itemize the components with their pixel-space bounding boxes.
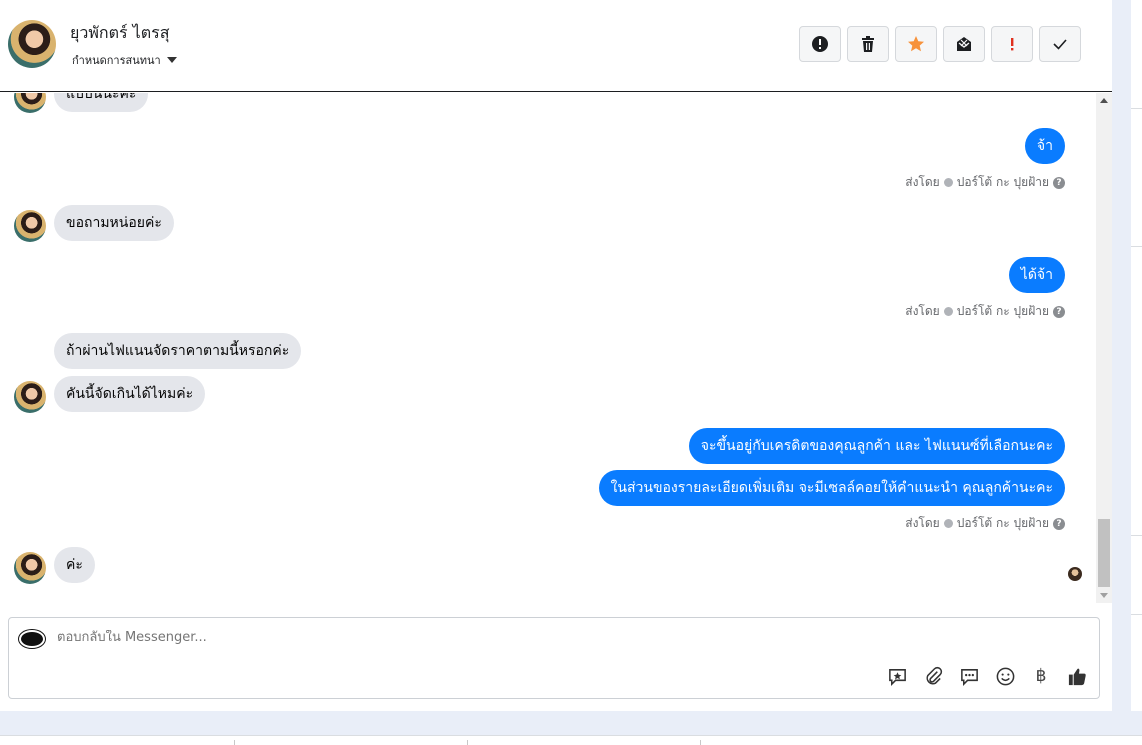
emoji-icon[interactable] [993, 664, 1017, 688]
incoming-message[interactable]: แบบนี้นะคะ [54, 93, 149, 112]
contact-name[interactable]: ยุวพักตร์ ไตรสุ [70, 21, 169, 46]
page-logo [19, 630, 45, 648]
divider [467, 740, 468, 745]
scrollbar-thumb[interactable] [1098, 519, 1110, 587]
divider [700, 740, 701, 745]
incoming-message[interactable]: ถ้าผ่านไฟแนนจัดราคาตามนี้หรอกค่ะ [54, 333, 302, 369]
sent-by-agent: ปอร์โต้ กะ ปุยฝ้าย [956, 175, 1049, 189]
reply-input[interactable] [57, 630, 757, 645]
exclamation-circle-icon [812, 36, 828, 52]
right-sidebar-edge [1131, 0, 1142, 711]
incoming-message[interactable]: คันนี้จัดเกินได้ไหมค่ะ [54, 376, 206, 412]
mark-unread-button[interactable] [943, 26, 985, 62]
agent-avatar-icon [943, 178, 953, 187]
reply-composer: ฿ [8, 617, 1100, 699]
help-icon[interactable]: ? [1053, 517, 1065, 530]
sent-by-agent: ปอร์โต้ กะ ปุยฝ้าย [956, 304, 1049, 318]
incoming-message[interactable]: ขอถามหน่อยค่ะ [54, 205, 174, 241]
incoming-message[interactable]: ค่ะ [54, 547, 95, 583]
like-icon[interactable] [1065, 664, 1089, 688]
star-button[interactable] [895, 26, 937, 62]
spam-button[interactable] [799, 26, 841, 62]
sent-by-agent: ปอร์โต้ กะ ปุยฝ้าย [956, 516, 1049, 530]
sent-by-info: ส่งโดย ปอร์โต้ กะ ปุยฝ้าย ? [905, 173, 1065, 192]
divider [1131, 246, 1142, 247]
sent-by-prefix: ส่งโดย [905, 304, 940, 318]
contact-avatar-small [14, 210, 46, 242]
divider [234, 740, 235, 745]
divider [1131, 108, 1142, 109]
sent-by-info: ส่งโดย ปอร์โต้ กะ ปุยฝ้าย ? [905, 302, 1065, 321]
scroll-down-arrow-icon[interactable] [1100, 593, 1108, 598]
attachment-icon[interactable] [921, 664, 945, 688]
sent-by-prefix: ส่งโดย [905, 516, 940, 530]
envelope-icon [957, 37, 971, 51]
caret-down-icon [166, 57, 177, 63]
conversation-setting-dropdown[interactable]: กำหนดการสนทนา [72, 51, 177, 69]
quick-replies-icon[interactable] [957, 664, 981, 688]
agent-avatar-icon [943, 519, 953, 528]
outgoing-message[interactable]: จะขึ้นอยู่กับเครดิตของคุณลูกค้า และ ไฟแน… [688, 428, 1065, 464]
done-button[interactable] [1039, 26, 1081, 62]
conversation-header: ยุวพักตร์ ไตรสุ กำหนดการสนทนา [0, 0, 1112, 92]
outgoing-message[interactable]: ในส่วนของรายละเอียดเพิ่มเติม จะมีเซลล์คอ… [598, 470, 1065, 506]
follow-up-button[interactable] [991, 26, 1033, 62]
exclamation-icon [1011, 38, 1014, 51]
bottom-bar [0, 735, 1142, 745]
seen-indicator-avatar [1068, 567, 1082, 581]
payment-icon[interactable]: ฿ [1029, 664, 1053, 688]
divider [1131, 614, 1142, 615]
sent-by-prefix: ส่งโดย [905, 175, 940, 189]
contact-avatar-small [14, 93, 46, 113]
outgoing-message[interactable]: จ้า [1024, 128, 1065, 164]
star-icon [908, 36, 924, 52]
contact-avatar[interactable] [8, 20, 56, 68]
divider [1131, 535, 1142, 536]
composer-actions: ฿ [885, 664, 1089, 688]
help-icon[interactable]: ? [1053, 305, 1065, 318]
contact-avatar-small [14, 381, 46, 413]
agent-avatar-icon [943, 307, 953, 316]
outgoing-message[interactable]: ได้จ้า [1008, 257, 1065, 293]
help-icon[interactable]: ? [1053, 176, 1065, 189]
trash-icon [862, 36, 874, 52]
conversation-setting-label: กำหนดการสนทนา [72, 54, 161, 67]
conversation-panel: ยุวพักตร์ ไตรสุ กำหนดการสนทนา แบบนี้นะคะ… [0, 0, 1112, 711]
message-thread[interactable]: แบบนี้นะคะ จ้า ส่งโดย ปอร์โต้ กะ ปุยฝ้าย… [0, 93, 1096, 603]
conversation-toolbar [799, 26, 1081, 62]
sent-by-info: ส่งโดย ปอร์โต้ กะ ปุยฝ้าย ? [905, 514, 1065, 533]
saved-reply-icon[interactable] [885, 664, 909, 688]
check-icon [1053, 39, 1067, 50]
message-scrollbar[interactable] [1096, 93, 1112, 603]
contact-avatar-small [14, 552, 46, 584]
scroll-up-arrow-icon[interactable] [1100, 98, 1108, 103]
delete-button[interactable] [847, 26, 889, 62]
